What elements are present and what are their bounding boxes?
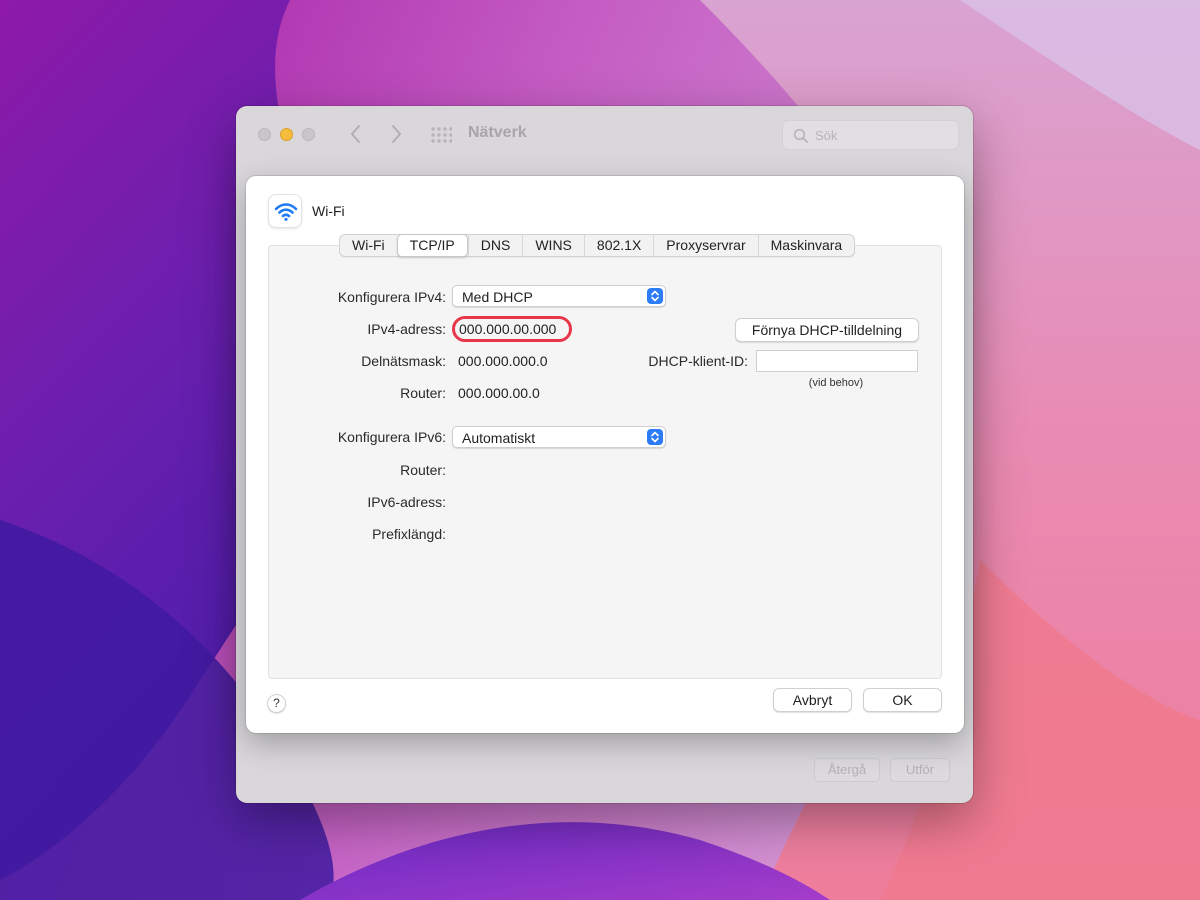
zoom-window-button[interactable] <box>302 128 315 141</box>
search-placeholder: Sök <box>815 128 838 143</box>
tab-wifi[interactable]: Wi-Fi <box>340 235 397 256</box>
search-icon <box>793 128 808 143</box>
search-field[interactable]: Sök <box>782 120 959 150</box>
renew-dhcp-button[interactable]: Förnya DHCP-tilldelning <box>735 318 919 342</box>
tab-dns[interactable]: DNS <box>467 235 523 256</box>
wifi-badge <box>268 194 302 228</box>
show-all-button[interactable] <box>430 126 453 144</box>
interface-name: Wi-Fi <box>312 203 345 219</box>
tab-hardware[interactable]: Maskinvara <box>757 235 855 256</box>
configure-ipv6-label: Konfigurera IPv6: <box>337 429 446 445</box>
ok-button[interactable]: OK <box>863 688 942 712</box>
back-button[interactable] <box>346 122 366 146</box>
ipv4-address-label: IPv4-adress: <box>367 321 446 337</box>
forward-button[interactable] <box>386 122 406 146</box>
ipv4-router-label: Router: <box>400 385 446 401</box>
tab-wins[interactable]: WINS <box>522 235 584 256</box>
ipv4-address-value: 000.000.00.000 <box>459 321 557 337</box>
wifi-icon <box>274 203 298 221</box>
dhcp-client-id-field[interactable] <box>756 350 918 372</box>
revert-button[interactable]: Återgå <box>814 758 880 782</box>
configure-ipv4-value: Med DHCP <box>462 289 533 305</box>
window-title: Nätverk <box>468 124 527 141</box>
cancel-button[interactable]: Avbryt <box>773 688 852 712</box>
close-window-button[interactable] <box>258 128 271 141</box>
apply-button[interactable]: Utför <box>890 758 950 782</box>
ipv6-router-label: Router: <box>400 462 446 478</box>
chevron-right-icon <box>392 125 401 143</box>
configure-ipv4-popup[interactable]: Med DHCP <box>452 285 666 307</box>
configure-ipv6-popup[interactable]: Automatiskt <box>452 426 666 448</box>
dhcp-client-id-hint: (vid behov) <box>808 377 864 389</box>
subnet-mask-label: Delnätsmask: <box>361 353 446 369</box>
tab-tcpip[interactable]: TCP/IP <box>396 234 468 257</box>
configure-ipv4-label: Konfigurera IPv4: <box>337 289 446 305</box>
titlebar: Nätverk Sök <box>236 106 973 164</box>
prefix-length-label: Prefixlängd: <box>372 526 446 542</box>
chevron-left-icon <box>351 125 360 143</box>
help-button[interactable]: ? <box>267 694 286 713</box>
up-down-chevron-icon <box>651 431 659 443</box>
configure-ipv6-value: Automatiskt <box>462 430 536 446</box>
tab-8021x[interactable]: 802.1X <box>583 235 653 256</box>
popup-stepper <box>647 288 663 304</box>
tab-bar: Wi-Fi TCP/IP DNS WINS 802.1X Proxyservra… <box>339 234 856 257</box>
ipv6-address-label: IPv6-adress: <box>367 494 446 510</box>
advanced-settings-sheet: Wi-Fi Wi-Fi TCP/IP DNS WINS 802.1X Proxy… <box>246 176 964 733</box>
minimize-window-button[interactable] <box>280 128 293 141</box>
tab-proxies[interactable]: Proxyservrar <box>653 235 757 256</box>
ipv4-router-value: 000.000.00.0 <box>458 385 540 401</box>
dhcp-client-id-label: DHCP-klient-ID: <box>648 353 748 369</box>
up-down-chevron-icon <box>651 290 659 302</box>
subnet-mask-value: 000.000.000.0 <box>458 353 548 369</box>
popup-stepper <box>647 429 663 445</box>
grid-icon <box>431 127 453 143</box>
ipv4-address-highlight: 000.000.00.000 <box>452 316 572 342</box>
